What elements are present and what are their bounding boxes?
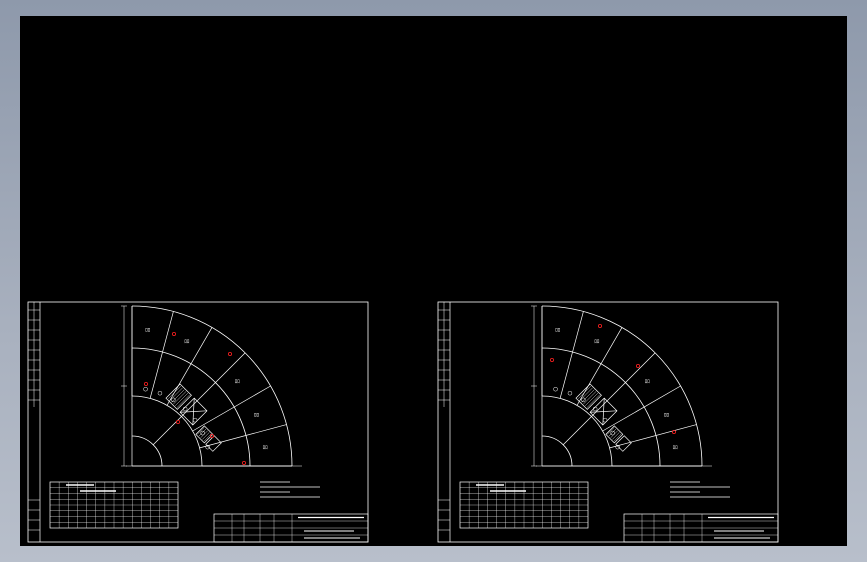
cad-viewport[interactable]: ﾛﾛ ﾛﾛ ﾛﾛ ﾛﾛ ﾛﾛ ﾛﾛ ﾛﾛ ﾛﾛ ﾛﾛ ﾛﾛ [20, 16, 847, 546]
grid-bubble-5 [610, 430, 615, 436]
annotation-mark-0 [597, 323, 602, 328]
stair-box [575, 383, 602, 410]
core-block [575, 383, 618, 426]
room-label-0: ﾛﾛ [594, 339, 600, 345]
core-block [165, 383, 208, 426]
room-label-1: ﾛﾛ [235, 379, 241, 385]
stair-tread [176, 394, 190, 408]
annotation-mark-3 [175, 420, 180, 425]
room-label-1: ﾛﾛ [645, 379, 651, 385]
radial-wall-5 [609, 424, 697, 449]
stair-tread [171, 389, 185, 403]
annotation-mark-5 [241, 460, 246, 465]
room-label-2: ﾛﾛ [254, 412, 260, 418]
radial-wall-1 [149, 311, 174, 399]
cad-drawing-canvas[interactable]: ﾛﾛ ﾛﾛ ﾛﾛ ﾛﾛ ﾛﾛ ﾛﾛ ﾛﾛ ﾛﾛ ﾛﾛ ﾛﾛ [20, 16, 847, 546]
stair-tread [585, 393, 599, 407]
grid-bubble-5 [200, 430, 205, 436]
drawing-sheet-left: ﾛﾛ ﾛﾛ ﾛﾛ ﾛﾛ ﾛﾛ [27, 301, 369, 543]
sheet-border [437, 301, 779, 543]
room-label-3: ﾛﾛ [555, 327, 561, 333]
radial-wall-1 [559, 311, 584, 399]
grid-bubble-0 [143, 386, 148, 392]
stair-tread [586, 394, 600, 408]
stair-box [165, 383, 192, 410]
stair-tread [167, 385, 181, 399]
annotation-mark-1 [635, 364, 640, 369]
annotation-mark-1 [227, 352, 232, 357]
grid-bubble-2 [171, 397, 176, 403]
radial-wall-5 [199, 424, 287, 449]
grid-bubble-0 [553, 386, 558, 392]
sheet-border [27, 301, 369, 543]
drawing-sheet-right: ﾛﾛ ﾛﾛ ﾛﾛ ﾛﾛ ﾛﾛ [437, 301, 779, 543]
stair-tread [577, 385, 591, 399]
stair-tread [581, 389, 595, 403]
grid-bubble-4 [602, 417, 608, 423]
annotation-mark-2 [550, 358, 555, 363]
grid-bubble-1 [157, 390, 163, 396]
annotation-mark-2 [144, 382, 149, 387]
annotation-mark-0 [171, 331, 176, 336]
grid-bubble-2 [581, 397, 586, 403]
grid-bubble-1 [567, 390, 573, 396]
grid-bubble-4 [192, 417, 198, 423]
room-label-4: ﾛﾛ [263, 445, 269, 451]
room-label-2: ﾛﾛ [664, 412, 670, 418]
room-label-4: ﾛﾛ [673, 445, 679, 451]
room-label-3: ﾛﾛ [145, 327, 151, 333]
stair-tread [175, 393, 189, 407]
room-label-0: ﾛﾛ [184, 339, 190, 345]
